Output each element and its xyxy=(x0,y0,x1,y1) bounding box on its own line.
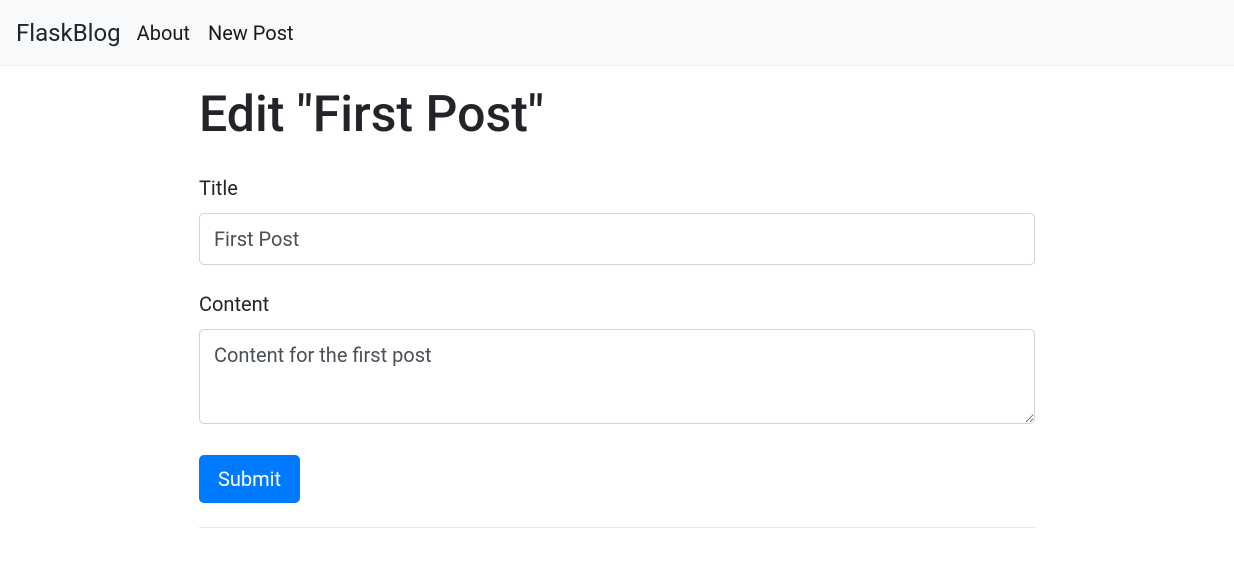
navbar: FlaskBlog About New Post xyxy=(0,0,1234,66)
edit-post-form: Title Content Content for the first post… xyxy=(199,173,1035,503)
submit-button[interactable]: Submit xyxy=(199,455,300,503)
page-title: Edit "First Post" xyxy=(199,78,1035,153)
divider xyxy=(199,527,1035,528)
navbar-brand-link[interactable]: FlaskBlog xyxy=(16,10,121,56)
main-container: Edit "First Post" Title Content Content … xyxy=(47,78,1187,528)
title-label: Title xyxy=(199,173,1035,203)
content-label: Content xyxy=(199,289,1035,319)
content-textarea[interactable]: Content for the first post xyxy=(199,329,1035,424)
nav-item-new-post: New Post xyxy=(208,10,294,56)
nav-link-about[interactable]: About xyxy=(137,10,190,56)
form-group-submit: Submit xyxy=(199,455,1035,503)
nav-item-about: About xyxy=(137,10,190,56)
title-input[interactable] xyxy=(199,213,1035,265)
form-group-title: Title xyxy=(199,173,1035,265)
navbar-nav: About New Post xyxy=(137,10,312,56)
nav-link-new-post[interactable]: New Post xyxy=(208,10,294,56)
form-group-content: Content Content for the first post xyxy=(199,289,1035,431)
